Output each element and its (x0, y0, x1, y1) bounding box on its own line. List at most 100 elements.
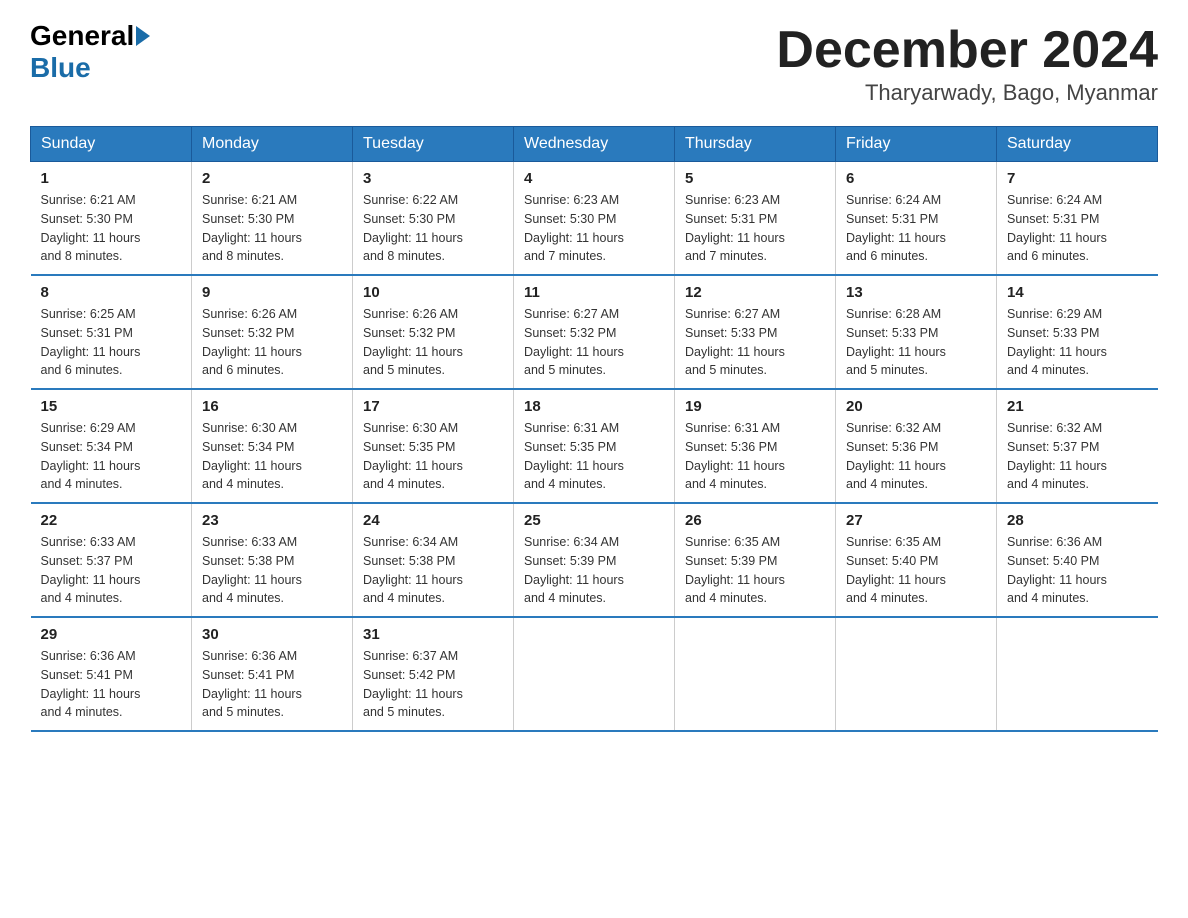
calendar-cell: 29 Sunrise: 6:36 AMSunset: 5:41 PMDaylig… (31, 617, 192, 731)
header-saturday: Saturday (997, 127, 1158, 162)
day-number: 6 (846, 170, 986, 187)
day-info: Sunrise: 6:33 AMSunset: 5:37 PMDaylight:… (41, 535, 141, 605)
calendar-cell: 10 Sunrise: 6:26 AMSunset: 5:32 PMDaylig… (353, 275, 514, 389)
day-info: Sunrise: 6:26 AMSunset: 5:32 PMDaylight:… (363, 307, 463, 377)
day-number: 21 (1007, 398, 1148, 415)
day-info: Sunrise: 6:26 AMSunset: 5:32 PMDaylight:… (202, 307, 302, 377)
day-number: 27 (846, 512, 986, 529)
day-number: 9 (202, 284, 342, 301)
calendar-cell: 2 Sunrise: 6:21 AMSunset: 5:30 PMDayligh… (192, 162, 353, 276)
day-number: 3 (363, 170, 503, 187)
calendar-cell: 15 Sunrise: 6:29 AMSunset: 5:34 PMDaylig… (31, 389, 192, 503)
week-row-2: 8 Sunrise: 6:25 AMSunset: 5:31 PMDayligh… (31, 275, 1158, 389)
logo-arrow-icon (136, 26, 150, 46)
day-info: Sunrise: 6:30 AMSunset: 5:35 PMDaylight:… (363, 421, 463, 491)
day-number: 18 (524, 398, 664, 415)
page-header: General Blue December 2024 Tharyarwady, … (30, 20, 1158, 106)
calendar-cell: 26 Sunrise: 6:35 AMSunset: 5:39 PMDaylig… (675, 503, 836, 617)
calendar-cell: 30 Sunrise: 6:36 AMSunset: 5:41 PMDaylig… (192, 617, 353, 731)
header-monday: Monday (192, 127, 353, 162)
day-number: 10 (363, 284, 503, 301)
day-number: 28 (1007, 512, 1148, 529)
calendar-cell: 13 Sunrise: 6:28 AMSunset: 5:33 PMDaylig… (836, 275, 997, 389)
calendar-cell: 23 Sunrise: 6:33 AMSunset: 5:38 PMDaylig… (192, 503, 353, 617)
calendar-cell: 20 Sunrise: 6:32 AMSunset: 5:36 PMDaylig… (836, 389, 997, 503)
calendar-cell: 4 Sunrise: 6:23 AMSunset: 5:30 PMDayligh… (514, 162, 675, 276)
day-number: 23 (202, 512, 342, 529)
calendar-cell: 16 Sunrise: 6:30 AMSunset: 5:34 PMDaylig… (192, 389, 353, 503)
day-number: 7 (1007, 170, 1148, 187)
day-info: Sunrise: 6:31 AMSunset: 5:36 PMDaylight:… (685, 421, 785, 491)
day-number: 24 (363, 512, 503, 529)
day-info: Sunrise: 6:35 AMSunset: 5:40 PMDaylight:… (846, 535, 946, 605)
day-number: 8 (41, 284, 182, 301)
day-info: Sunrise: 6:23 AMSunset: 5:31 PMDaylight:… (685, 193, 785, 263)
calendar-cell: 31 Sunrise: 6:37 AMSunset: 5:42 PMDaylig… (353, 617, 514, 731)
day-info: Sunrise: 6:31 AMSunset: 5:35 PMDaylight:… (524, 421, 624, 491)
week-row-1: 1 Sunrise: 6:21 AMSunset: 5:30 PMDayligh… (31, 162, 1158, 276)
day-info: Sunrise: 6:33 AMSunset: 5:38 PMDaylight:… (202, 535, 302, 605)
calendar-cell (836, 617, 997, 731)
day-number: 19 (685, 398, 825, 415)
logo-general-text: General (30, 20, 134, 52)
calendar-cell (997, 617, 1158, 731)
day-number: 26 (685, 512, 825, 529)
calendar-cell: 19 Sunrise: 6:31 AMSunset: 5:36 PMDaylig… (675, 389, 836, 503)
calendar-cell: 18 Sunrise: 6:31 AMSunset: 5:35 PMDaylig… (514, 389, 675, 503)
day-info: Sunrise: 6:34 AMSunset: 5:39 PMDaylight:… (524, 535, 624, 605)
calendar-cell: 8 Sunrise: 6:25 AMSunset: 5:31 PMDayligh… (31, 275, 192, 389)
header-tuesday: Tuesday (353, 127, 514, 162)
day-number: 29 (41, 626, 182, 643)
calendar-cell: 1 Sunrise: 6:21 AMSunset: 5:30 PMDayligh… (31, 162, 192, 276)
day-number: 17 (363, 398, 503, 415)
day-number: 13 (846, 284, 986, 301)
day-info: Sunrise: 6:35 AMSunset: 5:39 PMDaylight:… (685, 535, 785, 605)
calendar-cell: 5 Sunrise: 6:23 AMSunset: 5:31 PMDayligh… (675, 162, 836, 276)
day-number: 15 (41, 398, 182, 415)
day-info: Sunrise: 6:25 AMSunset: 5:31 PMDaylight:… (41, 307, 141, 377)
calendar-cell: 3 Sunrise: 6:22 AMSunset: 5:30 PMDayligh… (353, 162, 514, 276)
week-row-5: 29 Sunrise: 6:36 AMSunset: 5:41 PMDaylig… (31, 617, 1158, 731)
calendar-table: SundayMondayTuesdayWednesdayThursdayFrid… (30, 126, 1158, 732)
day-info: Sunrise: 6:32 AMSunset: 5:36 PMDaylight:… (846, 421, 946, 491)
header-wednesday: Wednesday (514, 127, 675, 162)
calendar-cell (514, 617, 675, 731)
day-info: Sunrise: 6:28 AMSunset: 5:33 PMDaylight:… (846, 307, 946, 377)
location-text: Tharyarwady, Bago, Myanmar (776, 80, 1158, 106)
calendar-cell: 28 Sunrise: 6:36 AMSunset: 5:40 PMDaylig… (997, 503, 1158, 617)
calendar-cell: 6 Sunrise: 6:24 AMSunset: 5:31 PMDayligh… (836, 162, 997, 276)
day-info: Sunrise: 6:29 AMSunset: 5:33 PMDaylight:… (1007, 307, 1107, 377)
day-info: Sunrise: 6:23 AMSunset: 5:30 PMDaylight:… (524, 193, 624, 263)
day-info: Sunrise: 6:37 AMSunset: 5:42 PMDaylight:… (363, 649, 463, 719)
header-sunday: Sunday (31, 127, 192, 162)
calendar-cell: 27 Sunrise: 6:35 AMSunset: 5:40 PMDaylig… (836, 503, 997, 617)
day-number: 4 (524, 170, 664, 187)
day-number: 16 (202, 398, 342, 415)
calendar-cell: 25 Sunrise: 6:34 AMSunset: 5:39 PMDaylig… (514, 503, 675, 617)
calendar-cell: 17 Sunrise: 6:30 AMSunset: 5:35 PMDaylig… (353, 389, 514, 503)
day-info: Sunrise: 6:27 AMSunset: 5:32 PMDaylight:… (524, 307, 624, 377)
day-info: Sunrise: 6:21 AMSunset: 5:30 PMDaylight:… (41, 193, 141, 263)
calendar-cell: 7 Sunrise: 6:24 AMSunset: 5:31 PMDayligh… (997, 162, 1158, 276)
header-thursday: Thursday (675, 127, 836, 162)
day-number: 31 (363, 626, 503, 643)
day-number: 25 (524, 512, 664, 529)
day-info: Sunrise: 6:32 AMSunset: 5:37 PMDaylight:… (1007, 421, 1107, 491)
day-info: Sunrise: 6:22 AMSunset: 5:30 PMDaylight:… (363, 193, 463, 263)
day-info: Sunrise: 6:36 AMSunset: 5:40 PMDaylight:… (1007, 535, 1107, 605)
day-number: 1 (41, 170, 182, 187)
calendar-cell: 21 Sunrise: 6:32 AMSunset: 5:37 PMDaylig… (997, 389, 1158, 503)
day-number: 5 (685, 170, 825, 187)
calendar-cell: 22 Sunrise: 6:33 AMSunset: 5:37 PMDaylig… (31, 503, 192, 617)
day-number: 2 (202, 170, 342, 187)
calendar-cell: 14 Sunrise: 6:29 AMSunset: 5:33 PMDaylig… (997, 275, 1158, 389)
day-number: 11 (524, 284, 664, 301)
day-info: Sunrise: 6:30 AMSunset: 5:34 PMDaylight:… (202, 421, 302, 491)
day-number: 22 (41, 512, 182, 529)
calendar-cell: 9 Sunrise: 6:26 AMSunset: 5:32 PMDayligh… (192, 275, 353, 389)
day-info: Sunrise: 6:36 AMSunset: 5:41 PMDaylight:… (202, 649, 302, 719)
day-number: 30 (202, 626, 342, 643)
day-info: Sunrise: 6:24 AMSunset: 5:31 PMDaylight:… (1007, 193, 1107, 263)
day-number: 14 (1007, 284, 1148, 301)
header-friday: Friday (836, 127, 997, 162)
